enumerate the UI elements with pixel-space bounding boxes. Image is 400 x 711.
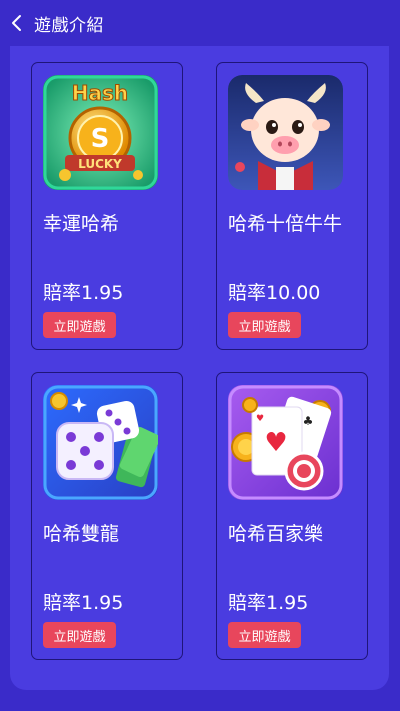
- playing-cards-icon: ♣ ♥ ♥: [228, 385, 343, 500]
- header-bar: 遊戲介紹: [0, 0, 400, 46]
- dice-icon: [43, 385, 158, 500]
- svg-text:Hash: Hash: [72, 81, 128, 105]
- game-name: 哈希百家樂: [228, 523, 324, 545]
- svg-text:♥: ♥: [264, 428, 287, 458]
- game-odds: 賠率10.00: [228, 282, 321, 304]
- svg-text:LUCKY: LUCKY: [78, 157, 122, 171]
- game-odds: 賠率1.95: [43, 282, 124, 304]
- game-name: 哈希雙龍: [43, 523, 120, 545]
- game-card-niuniu[interactable]: 哈希十倍牛牛 賠率10.00 立即遊戲: [216, 62, 368, 350]
- svg-text:♥: ♥: [256, 414, 264, 424]
- svg-text:♣: ♣: [303, 414, 314, 428]
- svg-text:S: S: [91, 124, 110, 154]
- chevron-left-icon: [12, 15, 21, 31]
- play-now-button[interactable]: 立即遊戲: [43, 622, 116, 648]
- game-name: 哈希十倍牛牛: [228, 213, 343, 235]
- bull-mascot-icon: [228, 75, 343, 190]
- lucky-hash-icon: S Hash LUCKY: [43, 75, 158, 190]
- game-card-lucky-hash[interactable]: S Hash LUCKY 幸運哈希 賠率1.95 立即遊戲: [31, 62, 183, 350]
- page-title: 遊戲介紹: [34, 15, 104, 36]
- game-odds: 賠率1.95: [43, 592, 124, 614]
- game-card-double-dragon[interactable]: 哈希雙龍 賠率1.95 立即遊戲: [31, 372, 183, 660]
- game-list-panel: S Hash LUCKY 幸運哈希 賠率1.95 立即遊戲 哈希十倍牛牛 賠率1…: [10, 46, 389, 690]
- play-now-button[interactable]: 立即遊戲: [43, 312, 116, 338]
- play-now-button[interactable]: 立即遊戲: [228, 622, 301, 648]
- back-button[interactable]: [0, 0, 34, 46]
- game-card-baccarat[interactable]: ♣ ♥ ♥ 哈希百家樂 賠率1.95 立即遊戲: [216, 372, 368, 660]
- game-name: 幸運哈希: [43, 213, 120, 235]
- game-odds: 賠率1.95: [228, 592, 309, 614]
- play-now-button[interactable]: 立即遊戲: [228, 312, 301, 338]
